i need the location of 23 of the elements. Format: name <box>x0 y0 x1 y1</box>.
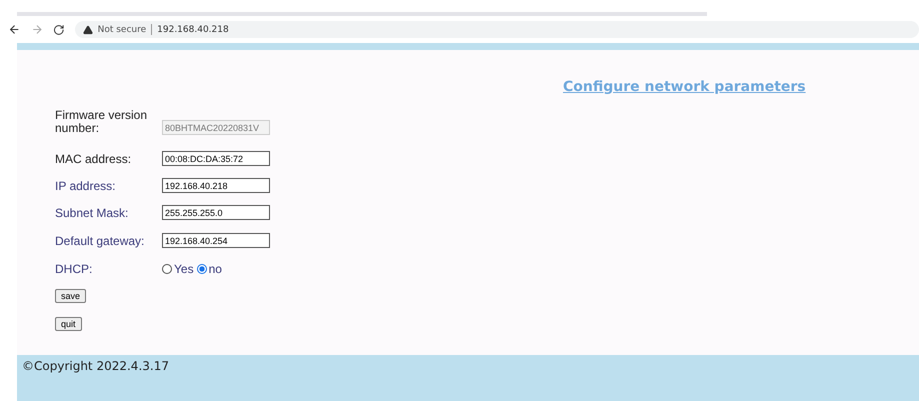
field-label: IP address: <box>55 180 116 193</box>
form-button[interactable]: save <box>55 289 86 303</box>
warning-icon <box>82 24 93 34</box>
radio-option[interactable]: Yes <box>162 262 194 276</box>
reload-icon[interactable] <box>53 24 65 36</box>
input-field[interactable]: 192.168.40.218 <box>162 178 270 193</box>
address-bar[interactable]: Not secure 192.168.40.218 <box>74 21 919 38</box>
url-text: 192.168.40.218 <box>157 24 229 34</box>
radio-icon[interactable] <box>162 264 172 274</box>
field-label: Firmware version number: <box>55 109 148 135</box>
field-label: MAC address: <box>55 153 132 166</box>
form-button[interactable]: quit <box>55 317 82 331</box>
security-label: Not secure <box>98 24 146 34</box>
field-label: Default gateway: <box>55 235 146 248</box>
input-field[interactable]: 00:08:DC:DA:35:72 <box>162 151 270 166</box>
copyright-text: ©Copyright 2022.4.3.17 <box>22 359 169 373</box>
field-label: Subnet Mask: <box>55 207 130 220</box>
field-label: DHCP: <box>55 263 94 276</box>
radio-icon[interactable] <box>196 264 207 274</box>
input-field[interactable]: 255.255.255.0 <box>162 205 270 220</box>
back-icon[interactable] <box>8 23 21 36</box>
input-field[interactable]: 192.168.40.254 <box>162 233 270 248</box>
radio-option[interactable]: no <box>196 262 222 276</box>
